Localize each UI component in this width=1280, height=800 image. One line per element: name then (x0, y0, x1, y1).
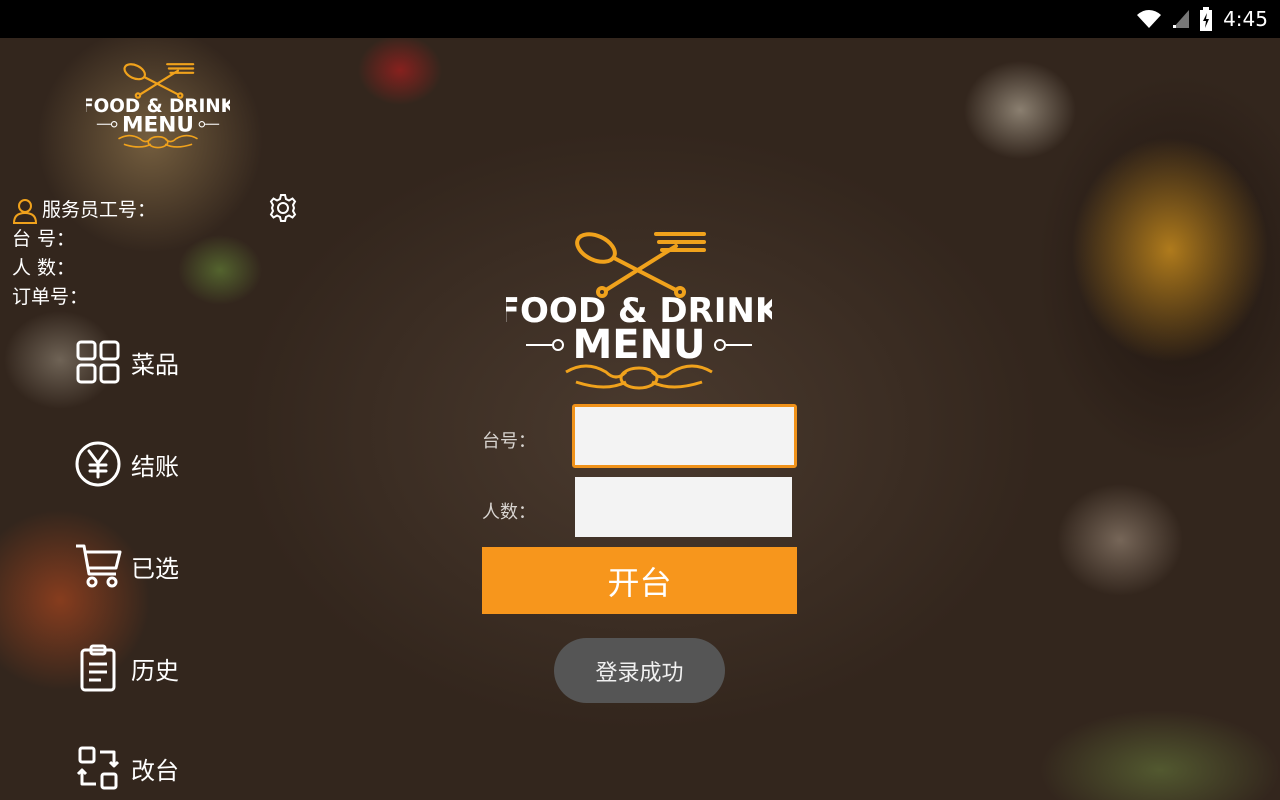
brand-logo-small: FOOD & DRINK MENU (86, 63, 230, 149)
open-table-button[interactable]: 开台 (482, 547, 797, 614)
nav-item-checkout[interactable]: 结账 (74, 440, 179, 488)
cart-icon (74, 542, 122, 590)
battery-icon (1199, 7, 1213, 31)
switch-icon (74, 744, 122, 792)
signal-icon (1171, 8, 1191, 30)
waiter-id-label: 服务员工号： (42, 199, 157, 221)
status-clock: 4:45 (1223, 7, 1268, 31)
nav-label-checkout: 结账 (131, 452, 179, 481)
nav-label-history: 历史 (131, 656, 179, 685)
clipboard-icon (74, 644, 122, 692)
session-info: 服务员工号： 台 号： 人 数： 订单号： (12, 196, 156, 312)
gear-icon[interactable] (267, 192, 299, 224)
people-count-input[interactable] (575, 477, 792, 537)
user-icon (12, 198, 38, 224)
table-number-label: 台 号： (12, 228, 76, 250)
wifi-icon (1135, 8, 1163, 30)
nav-item-history[interactable]: 历史 (74, 644, 179, 692)
nav-item-change-table[interactable]: 改台 (74, 744, 179, 792)
nav-label-dishes: 菜品 (131, 350, 179, 379)
status-bar: 4:45 (0, 0, 1280, 38)
svg-text:MENU: MENU (572, 322, 705, 368)
table-number-input[interactable] (572, 404, 797, 468)
nav-label-change-table: 改台 (131, 756, 179, 785)
people-field-label: 人数： (482, 502, 536, 523)
login-success-toast: 登录成功 (554, 638, 725, 703)
order-number-label: 订单号： (12, 286, 89, 308)
nav-item-dishes[interactable]: 菜品 (74, 338, 179, 386)
grid-icon (74, 338, 122, 386)
yen-icon (74, 440, 122, 488)
people-count-label: 人 数： (12, 257, 76, 279)
nav-label-selected: 已选 (131, 554, 179, 583)
svg-text:MENU: MENU (122, 112, 194, 137)
brand-logo-main: FOOD & DRINK MENU (506, 232, 772, 390)
table-field-label: 台号： (482, 431, 536, 452)
nav-item-selected[interactable]: 已选 (74, 542, 179, 590)
